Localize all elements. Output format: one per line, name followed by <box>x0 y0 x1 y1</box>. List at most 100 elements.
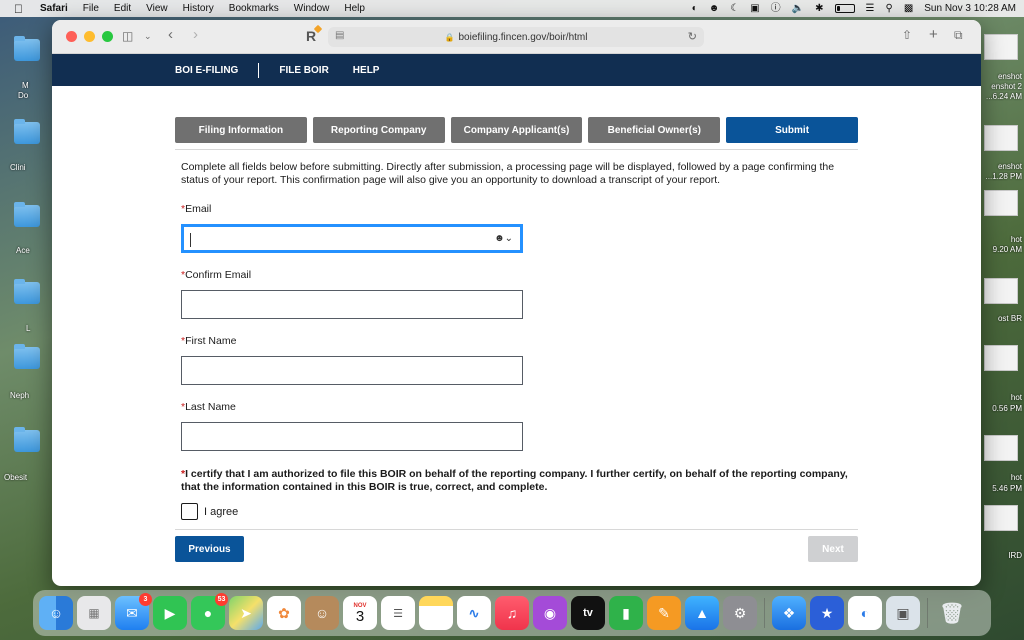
nav-help[interactable]: HELP <box>353 65 380 76</box>
moon-icon[interactable]: ☾ <box>730 3 739 14</box>
nav-boi-efiling[interactable]: BOI E-FILING <box>175 65 238 76</box>
page-icon: ▤ <box>335 30 345 41</box>
menu-app-name[interactable]: Safari <box>40 3 68 14</box>
email-input[interactable]: ☻⌄ <box>181 224 523 253</box>
trash-icon[interactable]: 🗑 <box>935 596 969 630</box>
first-name-field-group: *First Name <box>175 335 858 385</box>
forward-icon[interactable]: › <box>193 26 198 43</box>
menu-clock[interactable]: Sun Nov 3 10:28 AM <box>924 3 1016 14</box>
facetime-icon[interactable]: ▶ <box>153 596 187 630</box>
control-center-icon[interactable]: ▩ <box>904 3 913 14</box>
app-icon[interactable]: ★ <box>810 596 844 630</box>
fullscreen-window-button[interactable] <box>102 31 113 42</box>
agree-checkbox[interactable] <box>181 503 198 520</box>
face-icon[interactable]: ☻ <box>709 3 720 14</box>
menu-edit[interactable]: Edit <box>114 3 131 14</box>
folder-icon[interactable] <box>14 344 40 369</box>
autofill-contact-icon[interactable]: ☻⌄ <box>494 233 513 244</box>
numbers-icon[interactable]: ▮ <box>609 596 643 630</box>
desktop-label: Do <box>18 91 29 100</box>
menu-history[interactable]: History <box>183 3 214 14</box>
last-name-input[interactable] <box>181 422 523 451</box>
main-content: Filing Information Reporting Company Com… <box>52 117 981 562</box>
sidebar-toggle-icon[interactable]: ◫ <box>122 29 133 43</box>
preview-icon[interactable]: ▣ <box>886 596 920 630</box>
folder-icon[interactable] <box>14 119 40 144</box>
desktop-label: ost BR <box>997 314 1022 323</box>
chevron-down-icon[interactable]: ⌄ <box>144 31 152 42</box>
search-icon[interactable]: ⚲ <box>885 3 892 14</box>
screenshot-thumbnail[interactable] <box>984 278 1018 304</box>
screenshot-thumbnail[interactable] <box>984 345 1018 371</box>
pages-icon[interactable]: ✎ <box>647 596 681 630</box>
address-bar[interactable]: ▤ 🔒 boiefiling.fincen.gov/boir/html ↻ <box>328 27 704 47</box>
folder-icon[interactable] <box>14 202 40 227</box>
step-reporting-company[interactable]: Reporting Company <box>312 117 445 143</box>
screenshot-thumbnail[interactable] <box>984 190 1018 216</box>
podcasts-icon[interactable]: ◉ <box>533 596 567 630</box>
step-beneficial-owners[interactable]: Beneficial Owner(s) <box>588 117 721 143</box>
menu-bookmarks[interactable]: Bookmarks <box>229 3 279 14</box>
step-company-applicants[interactable]: Company Applicant(s) <box>450 117 583 143</box>
tv-icon[interactable]: tv <box>571 596 605 630</box>
last-name-label-text: Last Name <box>185 401 236 413</box>
step-submit[interactable]: Submit <box>726 117 858 143</box>
reminders-icon[interactable]: ☰ <box>381 596 415 630</box>
screenshot-thumbnail[interactable] <box>984 34 1018 60</box>
app-icon[interactable]: ◐ <box>848 596 882 630</box>
confirm-email-input[interactable] <box>181 290 523 319</box>
next-button[interactable]: Next <box>808 536 858 562</box>
agree-label[interactable]: I agree <box>204 506 238 518</box>
menu-file[interactable]: File <box>83 3 99 14</box>
screenshot-thumbnail[interactable] <box>984 435 1018 461</box>
grammarly-icon[interactable]: ◐ <box>692 3 698 14</box>
back-icon[interactable]: ‹ <box>168 26 173 43</box>
music-icon[interactable]: ♫ <box>495 596 529 630</box>
apple-icon[interactable]:  <box>14 2 23 16</box>
agree-row[interactable]: I agree <box>175 503 858 520</box>
battery-icon[interactable] <box>834 4 855 13</box>
close-window-button[interactable] <box>66 31 77 42</box>
intro-text: Complete all fields below before submitt… <box>181 161 835 186</box>
calendar-icon[interactable]: NOV 3 <box>343 596 377 630</box>
first-name-input[interactable] <box>181 356 523 385</box>
window-controls <box>66 31 113 42</box>
stop-icon[interactable]: ▣ <box>750 3 759 14</box>
extension-icon[interactable]: R <box>306 28 316 44</box>
menu-view[interactable]: View <box>146 3 168 14</box>
folder-icon[interactable] <box>14 279 40 304</box>
photos-icon[interactable]: ✿ <box>267 596 301 630</box>
folder-icon[interactable] <box>14 36 40 61</box>
info-icon[interactable]: ⓘ <box>771 3 781 14</box>
finder-icon[interactable]: ☺ <box>39 596 73 630</box>
screenshot-thumbnail[interactable] <box>984 505 1018 531</box>
screenshot-thumbnail[interactable] <box>984 125 1018 151</box>
nav-file-boir[interactable]: FILE BOIR <box>279 65 328 76</box>
safari-icon[interactable]: ❖ <box>772 596 806 630</box>
wifi-icon[interactable]: ☰ <box>866 3 875 14</box>
menu-window[interactable]: Window <box>294 3 330 14</box>
freeform-icon[interactable]: ∿ <box>457 596 491 630</box>
folder-icon[interactable] <box>14 427 40 452</box>
maps-icon[interactable]: ➤ <box>229 596 263 630</box>
previous-button[interactable]: Previous <box>175 536 244 562</box>
mail-icon[interactable]: ✉ 3 <box>115 593 152 630</box>
new-tab-icon[interactable]: + <box>929 26 938 43</box>
tab-overview-icon[interactable]: ⧉ <box>954 28 963 43</box>
menu-help[interactable]: Help <box>344 3 365 14</box>
app-store-icon[interactable]: ▲ <box>685 596 719 630</box>
notes-icon[interactable] <box>419 596 453 630</box>
bluetooth-icon[interactable]: ✱ <box>815 3 823 14</box>
desktop-label: ...6.24 AM <box>985 92 1022 101</box>
reload-icon[interactable]: ↻ <box>688 30 697 43</box>
launchpad-icon[interactable]: ▦ <box>77 596 111 630</box>
certification-statement: I certify that I am authorized to file t… <box>181 468 848 493</box>
volume-icon[interactable]: 🔈 <box>792 3 804 14</box>
share-icon[interactable]: ⇧ <box>902 28 912 42</box>
messages-icon[interactable]: ● 53 <box>191 593 228 630</box>
contacts-icon[interactable]: ☺ <box>305 596 339 630</box>
system-settings-icon[interactable]: ⚙ <box>723 596 757 630</box>
desktop-label: L <box>26 324 31 333</box>
step-filing-information[interactable]: Filing Information <box>175 117 307 143</box>
minimize-window-button[interactable] <box>84 31 95 42</box>
